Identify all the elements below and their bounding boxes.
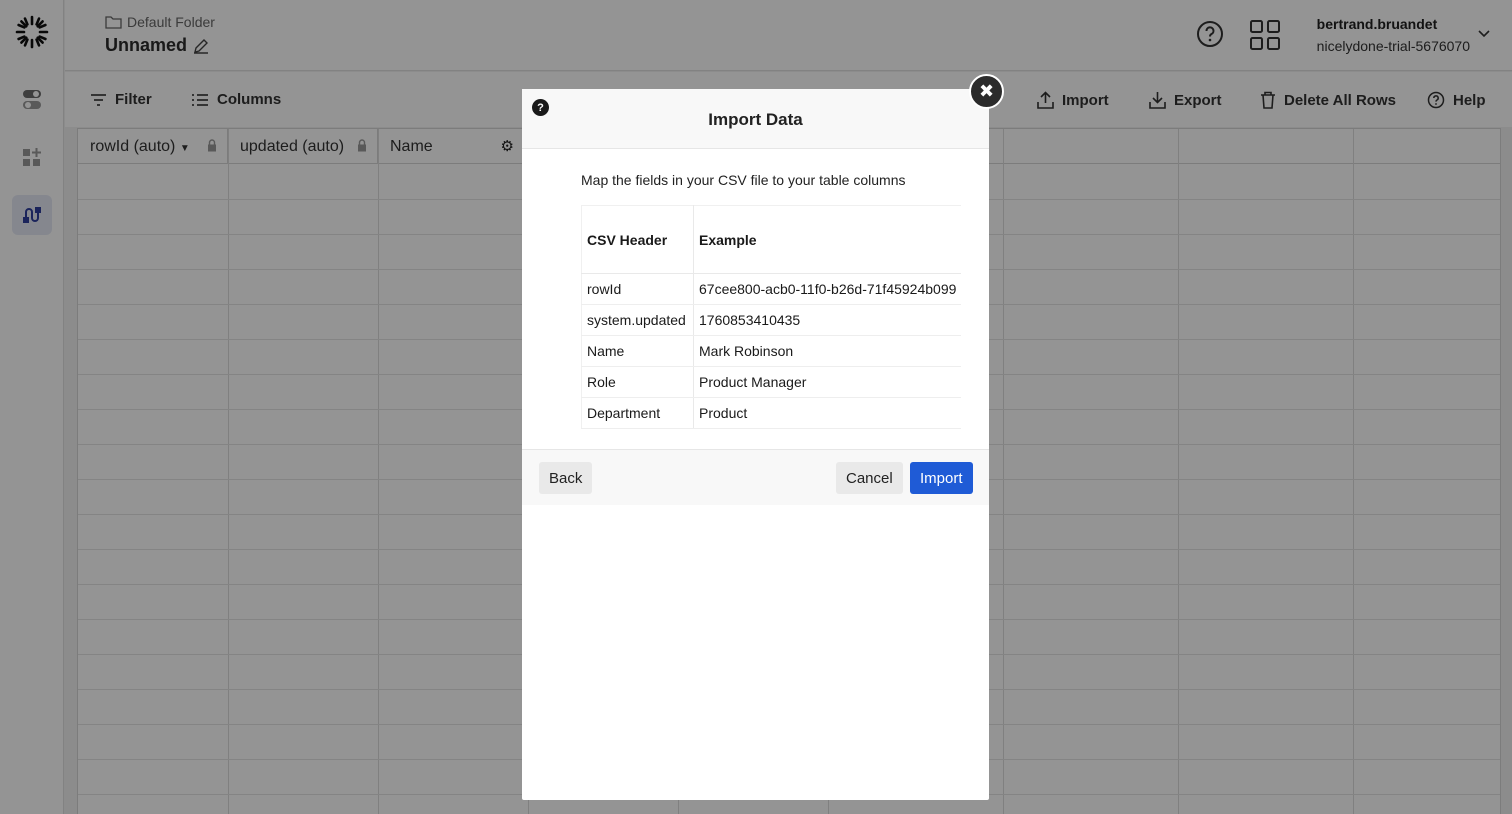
modal-header: ? Import Data	[522, 89, 989, 149]
close-icon[interactable]: ✖	[969, 74, 1004, 109]
modal-body: Map the fields in your CSV file to your …	[522, 149, 989, 449]
import-data-modal: ? Import Data Map the fields in your CSV…	[522, 89, 989, 800]
example-cell: Mark Robinson	[693, 335, 962, 367]
table-row: Name Mark Robinson	[581, 335, 962, 367]
mapping-instructions: Map the fields in your CSV file to your …	[581, 172, 906, 188]
csv-header-cell: Name	[581, 335, 694, 367]
mapping-table: CSV Header Example rowId 67cee800-acb0-1…	[581, 205, 962, 429]
csv-header-cell: system.updated	[581, 304, 694, 336]
modal-footer: Back Cancel Import	[522, 449, 989, 505]
table-row: rowId 67cee800-acb0-11f0-b26d-71f45924b0…	[581, 273, 962, 305]
table-row: Role Product Manager	[581, 366, 962, 398]
example-cell: Product	[693, 397, 962, 429]
csv-header-cell: Role	[581, 366, 694, 398]
table-row: system.updated 1760853410435	[581, 304, 962, 336]
csv-header-column: CSV Header	[581, 205, 694, 274]
csv-header-cell: rowId	[581, 273, 694, 305]
table-row: Department Product	[581, 397, 962, 429]
import-button[interactable]: Import	[910, 462, 973, 494]
table-header-row: CSV Header Example	[581, 205, 962, 274]
cancel-button[interactable]: Cancel	[836, 462, 903, 494]
csv-header-cell: Department	[581, 397, 694, 429]
example-cell: 67cee800-acb0-11f0-b26d-71f45924b099	[693, 273, 962, 305]
back-button[interactable]: Back	[539, 462, 593, 494]
example-cell: Product Manager	[693, 366, 962, 398]
modal-title: Import Data	[708, 110, 803, 129]
example-column: Example	[693, 205, 962, 274]
example-cell: 1760853410435	[693, 304, 962, 336]
